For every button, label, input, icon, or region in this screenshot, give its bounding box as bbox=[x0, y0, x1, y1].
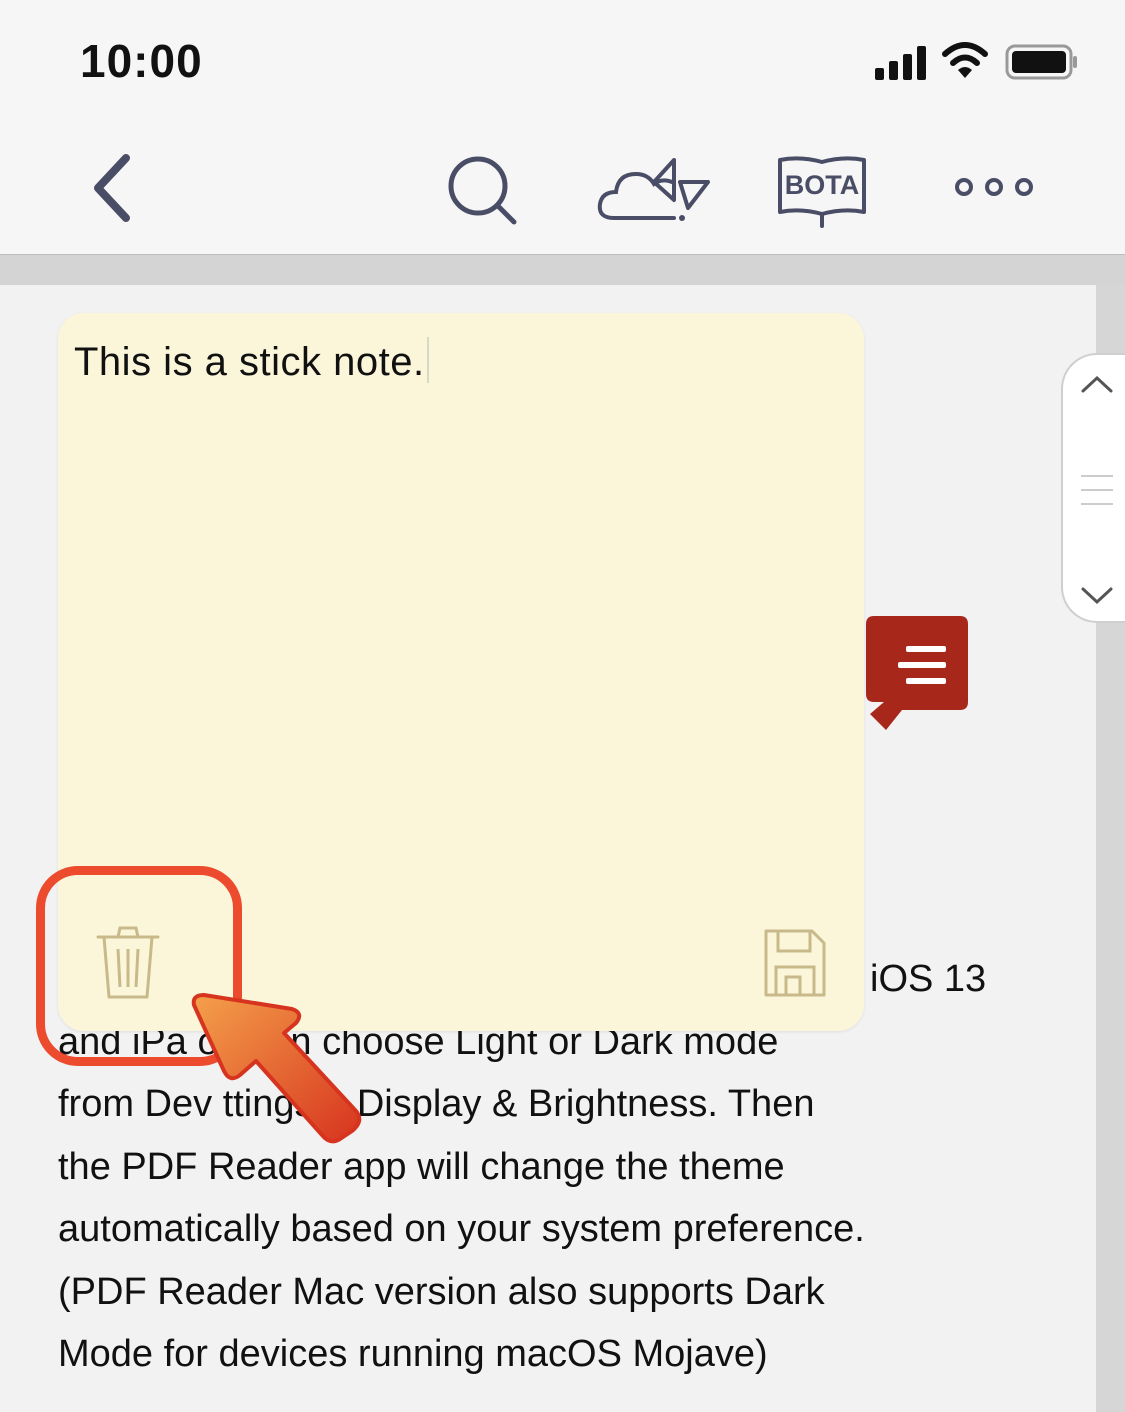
note-annotation-icon[interactable] bbox=[862, 614, 972, 734]
save-note-button[interactable] bbox=[762, 927, 828, 999]
pointer-arrow-icon bbox=[191, 993, 362, 1144]
floppy-disk-icon bbox=[764, 929, 826, 997]
search-button[interactable] bbox=[444, 154, 520, 226]
page-scroll-widget[interactable] bbox=[1061, 353, 1125, 623]
bota-label: BOTA bbox=[784, 170, 860, 200]
cloud-share-icon bbox=[597, 158, 710, 221]
scroll-grip-icon[interactable] bbox=[1079, 473, 1115, 507]
search-icon bbox=[448, 156, 517, 225]
text-line: automatically based on your system prefe… bbox=[58, 1208, 865, 1250]
status-icons bbox=[875, 42, 1085, 82]
text-line: Mode for devices running macOS Mojave) bbox=[58, 1333, 768, 1375]
status-bar: 10:00 bbox=[0, 0, 1125, 110]
page-gap bbox=[0, 255, 1125, 285]
note-text-area[interactable]: This is a stick note. bbox=[74, 337, 429, 385]
wifi-icon bbox=[942, 42, 988, 78]
text-line: (PDF Reader Mac version also supports Da… bbox=[58, 1270, 825, 1313]
bota-button[interactable]: BOTA bbox=[776, 156, 868, 228]
status-time: 10:00 bbox=[80, 35, 203, 87]
cloud-share-button[interactable] bbox=[596, 156, 712, 222]
note-text: This is a stick note. bbox=[74, 340, 425, 384]
more-button[interactable] bbox=[952, 174, 1038, 200]
back-button[interactable] bbox=[84, 150, 144, 226]
chevron-left-icon bbox=[94, 154, 130, 222]
cellular-signal-icon bbox=[875, 46, 926, 80]
more-horizontal-icon bbox=[955, 178, 1033, 196]
text-cursor bbox=[426, 337, 429, 383]
chevron-down-icon[interactable] bbox=[1081, 585, 1113, 605]
battery-icon bbox=[1005, 44, 1077, 80]
chevron-up-icon[interactable] bbox=[1081, 375, 1113, 395]
toolbar: BOTA bbox=[0, 110, 1125, 255]
